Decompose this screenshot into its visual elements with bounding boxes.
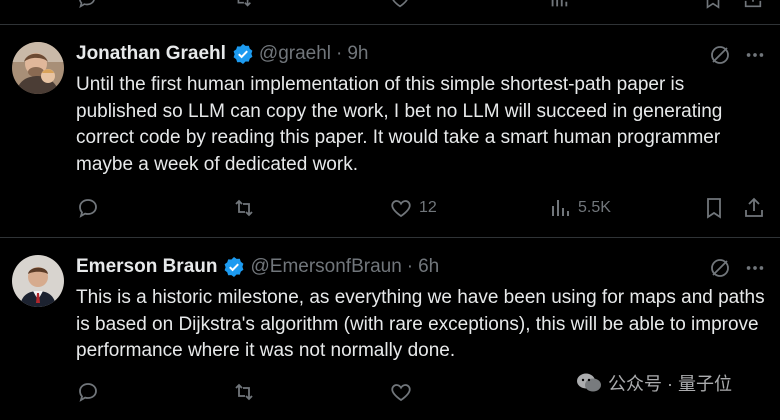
verified-badge-icon bbox=[233, 44, 253, 64]
display-name[interactable]: Emerson Braun bbox=[76, 256, 217, 278]
repost-icon bbox=[235, 383, 253, 401]
timestamp[interactable]: 6h bbox=[418, 256, 439, 278]
heart-icon bbox=[391, 200, 411, 218]
repost-button[interactable] bbox=[232, 0, 254, 10]
share-icon bbox=[745, 197, 763, 217]
watermark-text: 公众号 · 量子位 bbox=[608, 374, 732, 394]
like-button[interactable]: 12 bbox=[389, 196, 437, 220]
repost-icon bbox=[235, 199, 253, 217]
more-options-icon[interactable] bbox=[744, 44, 766, 66]
bookmark-button[interactable] bbox=[702, 196, 726, 220]
wechat-icon bbox=[577, 373, 601, 392]
like-count: 12 bbox=[419, 199, 437, 216]
tweet-top-actions bbox=[708, 256, 766, 280]
reply-button[interactable] bbox=[76, 0, 98, 10]
tweet-actions: 12 5.5K bbox=[76, 196, 770, 222]
view-count: 5.5K bbox=[578, 199, 611, 216]
share-icon bbox=[744, 0, 762, 8]
views-icon bbox=[551, 0, 568, 7]
grok-icon[interactable] bbox=[708, 43, 732, 67]
repost-button[interactable] bbox=[232, 380, 256, 404]
repost-icon bbox=[237, 0, 251, 7]
handle[interactable]: @graehl bbox=[259, 43, 331, 65]
avatar[interactable] bbox=[12, 255, 64, 307]
separator-dot: · bbox=[406, 256, 414, 277]
views-icon bbox=[552, 200, 569, 216]
previous-tweet-actions bbox=[76, 0, 770, 12]
watermark: 公众号 · 量子位 bbox=[576, 370, 732, 396]
heart-icon bbox=[392, 0, 408, 8]
separator-dot: · bbox=[336, 43, 343, 64]
tweet-text: This is a historic milestone, as everyth… bbox=[76, 287, 765, 361]
reply-icon bbox=[79, 383, 97, 402]
tweet[interactable]: Jonathan Graehl @graehl · 9h Until the f… bbox=[0, 25, 780, 238]
tweet-header: Jonathan Graehl @graehl · 9h bbox=[76, 42, 369, 66]
bookmark-icon bbox=[706, 0, 720, 9]
reply-icon bbox=[79, 199, 97, 218]
tweet-header: Emerson Braun @EmersonfBraun · 6h bbox=[76, 255, 439, 279]
heart-icon bbox=[391, 384, 411, 402]
share-button[interactable] bbox=[742, 0, 764, 10]
verified-badge-icon bbox=[225, 257, 244, 277]
tweet-top-actions bbox=[708, 43, 766, 67]
repost-button[interactable] bbox=[232, 196, 256, 220]
display-name[interactable]: Jonathan Graehl bbox=[76, 43, 226, 65]
grok-icon[interactable] bbox=[708, 256, 732, 280]
tweet-text: Until the first human implementation of … bbox=[76, 74, 723, 175]
views-button[interactable] bbox=[548, 0, 570, 10]
like-button[interactable] bbox=[389, 380, 413, 404]
more-options-icon[interactable] bbox=[744, 257, 766, 279]
reply-button[interactable] bbox=[76, 380, 100, 404]
timestamp[interactable]: 9h bbox=[347, 43, 368, 65]
reply-icon bbox=[79, 0, 95, 9]
bookmark-icon bbox=[707, 198, 721, 219]
share-button[interactable] bbox=[742, 196, 766, 220]
reply-button[interactable] bbox=[76, 196, 100, 220]
views-button[interactable]: 5.5K bbox=[548, 196, 611, 220]
avatar[interactable] bbox=[12, 42, 64, 94]
bookmark-button[interactable] bbox=[702, 0, 724, 10]
like-button[interactable] bbox=[389, 0, 411, 10]
handle[interactable]: @EmersonfBraun bbox=[250, 256, 401, 278]
